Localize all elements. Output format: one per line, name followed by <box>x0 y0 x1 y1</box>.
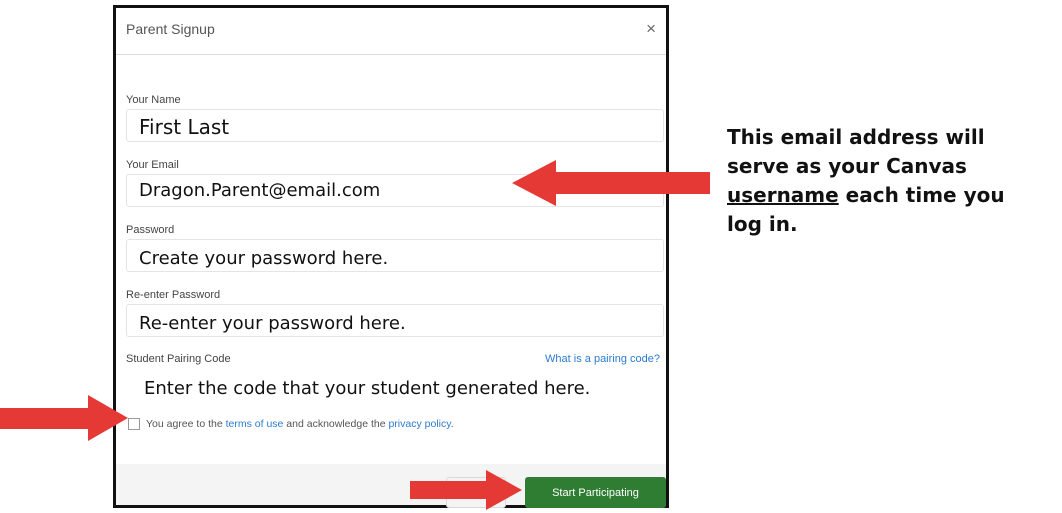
close-icon[interactable]: × <box>646 19 656 39</box>
parent-signup-dialog: Parent Signup × Your Name First Last You… <box>113 5 669 508</box>
privacy-policy-link[interactable]: privacy policy <box>388 418 450 430</box>
reenter-password-label: Re-enter Password <box>126 289 221 301</box>
dialog-title: Parent Signup <box>126 21 215 37</box>
dialog-header: Parent Signup × <box>116 8 666 55</box>
reenter-password-value: Re-enter your password here. <box>139 313 406 334</box>
password-label: Password <box>126 224 175 236</box>
email-pointer-arrow-icon <box>512 160 710 206</box>
terms-of-use-link[interactable]: terms of use <box>226 418 284 430</box>
pairing-code-help-link[interactable]: What is a pairing code? <box>545 353 660 365</box>
annotation-username: username <box>727 183 839 207</box>
annotation-line-3-rest: each time you <box>838 183 1005 207</box>
dialog-body: Your Name First Last Your Email Dragon.P… <box>116 55 666 464</box>
email-annotation: This email address will serve as your Ca… <box>727 123 1057 239</box>
password-input[interactable]: Create your password here. <box>126 239 664 272</box>
annotation-line-3: username each time you <box>727 181 1057 210</box>
agree-checkbox[interactable] <box>128 418 140 431</box>
agree-prefix: You agree to the <box>146 418 226 430</box>
name-value: First Last <box>139 115 230 139</box>
start-participating-button[interactable]: Start Participating <box>525 477 666 508</box>
agree-middle: and acknowledge the <box>283 418 389 430</box>
pairing-code-label: Student Pairing Code <box>126 353 231 365</box>
agreement-row: You agree to the terms of use and acknow… <box>128 418 454 431</box>
reenter-password-input[interactable]: Re-enter your password here. <box>126 304 664 337</box>
annotation-line-1: This email address will <box>727 125 985 149</box>
button-pointer-arrow-icon <box>410 470 522 510</box>
name-label: Your Name <box>126 94 181 106</box>
agree-suffix: . <box>450 418 454 430</box>
annotation-line-4: log in. <box>727 212 798 236</box>
checkbox-pointer-arrow-icon <box>0 395 128 441</box>
email-value: Dragon.Parent@email.com <box>139 180 381 201</box>
pairing-code-input[interactable]: Enter the code that your student generat… <box>144 378 590 399</box>
email-label: Your Email <box>126 159 179 171</box>
name-input[interactable]: First Last <box>126 109 664 142</box>
password-value: Create your password here. <box>139 248 389 269</box>
annotation-line-2: serve as your Canvas <box>727 154 967 178</box>
